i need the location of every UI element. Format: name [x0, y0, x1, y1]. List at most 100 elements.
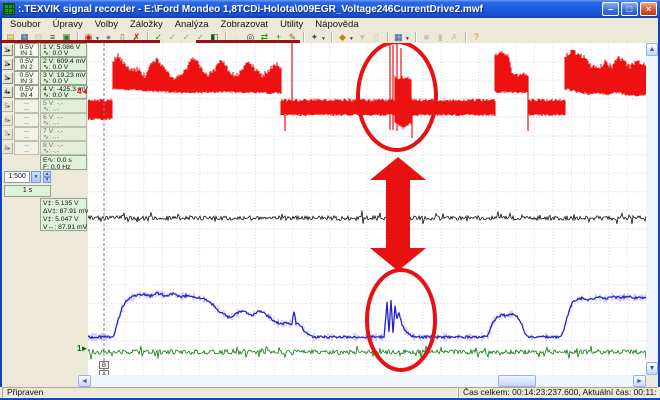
menu-item-úpravy[interactable]: Úpravy	[47, 19, 89, 30]
prev-bookmark-icon: ▼	[358, 33, 367, 42]
toolbar-separator	[415, 32, 417, 42]
channel-3-select-button[interactable]: 3▸	[2, 72, 13, 84]
scrollbar-corner	[646, 375, 658, 387]
stop-playback-button: ■	[420, 32, 433, 43]
prev-bookmark-button: ▼	[356, 32, 369, 43]
channel-4-range[interactable]: 0.5VIN 4	[14, 85, 39, 99]
cursor-b-flag[interactable]: B	[99, 361, 109, 369]
channel-8-select-button[interactable]: 8▸	[2, 142, 13, 154]
horizontal-scrollbar[interactable]	[78, 375, 646, 387]
channel-2-readout: 2 V: 609.4 mV∿: 0.0 V	[40, 57, 87, 71]
delete-bookmark-icon: ▯	[374, 33, 379, 42]
channel-3-readout: 3 V: 19.23 mV∿: 0.0 V	[40, 71, 87, 85]
status-time: Čas celkem: 00:14:23:237.600, Aktuální č…	[458, 387, 658, 398]
table-view-button[interactable]: ▦	[392, 32, 405, 43]
maximize-button[interactable]: □	[621, 2, 638, 16]
channel-5-row: 5▸----5 V: -.-∿: -.-	[2, 99, 87, 113]
channel-8-row: 8▸----8 V: -.-∿: -.-	[2, 141, 87, 155]
check-option-2-button[interactable]: ✓	[180, 32, 193, 43]
check-option-2-icon: ✓	[183, 33, 191, 42]
pause-playback-button: ▮	[434, 32, 447, 43]
waveform-svg	[88, 43, 646, 375]
ratio-spin-down[interactable]: ▼	[43, 177, 51, 183]
close-button[interactable]: ×	[640, 2, 657, 16]
scroll-left-button[interactable]: ◄	[78, 375, 91, 387]
channel-2-row: 2▸0.5VIN 22 V: 609.4 mV∿: 0.0 V	[2, 57, 87, 71]
check-option-1-icon: ✓	[169, 33, 177, 42]
compression-ratio-select[interactable]: 1:500	[4, 171, 30, 183]
annotation-double-arrow	[370, 157, 426, 271]
cancel-button: ✗	[448, 32, 461, 43]
vertical-scrollbar[interactable]	[646, 43, 658, 375]
table-view-icon: ▦	[394, 33, 403, 42]
horizontal-scroll-thumb[interactable]	[498, 375, 536, 387]
scroll-right-button[interactable]: ►	[633, 375, 646, 387]
minimize-button[interactable]: –	[602, 2, 619, 16]
channel-2-select-button[interactable]: 2▸	[2, 58, 13, 70]
record-overview-segment	[0, 40, 160, 43]
cursor-measurements-box: V‡: 5.135 VΔV‡: 87.91 mVV‡: 5.047 VV↔: 8…	[40, 198, 87, 231]
measurement-line: V‡: 5.135 V	[43, 200, 86, 208]
tools-button[interactable]: ✦	[308, 32, 321, 43]
menu-item-zobrazovat[interactable]: Zobrazovat	[215, 19, 275, 30]
channel-panel: 1▸0.5VIN 11 V: 5.086 V∿: 0.0 V2▸0.5VIN 2…	[2, 43, 87, 375]
titlebar[interactable]: :.TEXVIK signal recorder - E:\Ford Monde…	[0, 0, 660, 18]
stop-playback-icon: ■	[424, 33, 429, 42]
event-frequency-box: E∿: 0.0 sF: 0.0 Hz	[40, 155, 87, 170]
channel-8-readout: 8 V: -.-∿: -.-	[40, 141, 87, 155]
bookmarks-dropdown-caret[interactable]: ▼	[349, 36, 354, 42]
timebase-box[interactable]: 1 s	[4, 185, 51, 197]
app-icon	[3, 3, 15, 15]
channel-1-readout: 1 V: 5.086 V∿: 0.0 V	[40, 43, 87, 57]
channel-1-range[interactable]: 0.5VIN 1	[14, 43, 39, 57]
help-button[interactable]: ?	[470, 32, 483, 43]
channel-1-select-button[interactable]: 1▸	[2, 44, 13, 56]
menu-item-záložky[interactable]: Záložky	[124, 19, 169, 30]
toolbar-separator	[465, 32, 467, 42]
menu-item-soubor[interactable]: Soubor	[4, 19, 47, 30]
menu-item-volby[interactable]: Volby	[89, 19, 124, 30]
bookmarks-button[interactable]: ◆	[336, 32, 349, 43]
scroll-up-button[interactable]: ▲	[646, 43, 658, 56]
bookmarks-icon: ◆	[339, 33, 346, 42]
channel-5-select-button[interactable]: 5▸	[2, 100, 13, 112]
pause-playback-icon: ▮	[438, 33, 443, 42]
check-option-1-button[interactable]: ✓	[166, 32, 179, 43]
channel-5-readout: 5 V: -.-∿: -.-	[40, 99, 87, 113]
record-overview-segment	[196, 40, 300, 43]
cancel-icon: ✗	[451, 33, 459, 42]
channel-3-row: 3▸0.5VIN 33 V: 19.23 mV∿: 0.0 V	[2, 71, 87, 85]
scroll-down-button[interactable]: ▼	[646, 362, 658, 375]
table-view-dropdown-caret[interactable]: ▼	[405, 36, 410, 42]
channel-1-row: 1▸0.5VIN 11 V: 5.086 V∿: 0.0 V	[2, 43, 87, 57]
channel-6-row: 6▸----6 V: -.-∿: -.-	[2, 113, 87, 127]
help-icon: ?	[474, 33, 479, 42]
tools-icon: ✦	[311, 33, 319, 42]
tools-dropdown-caret[interactable]: ▼	[321, 36, 326, 42]
channel-6-range[interactable]: ----	[14, 113, 39, 127]
statusbar: Připraven Čas celkem: 00:14:23:237.600, …	[0, 387, 660, 398]
ratio-dropdown-button[interactable]: ▼	[31, 171, 41, 183]
channel-4-row: 4▸0.5VIN 44 V: -425.3 mV∿: 0.0 V	[2, 85, 87, 99]
channel-7-select-button[interactable]: 7▸	[2, 128, 13, 140]
channel-6-readout: 6 V: -.-∿: -.-	[40, 113, 87, 127]
channel-4-zero-marker[interactable]: 4◄	[77, 88, 87, 96]
signal-chart[interactable]: BA	[88, 43, 646, 375]
channel-6-select-button[interactable]: 6▸	[2, 114, 13, 126]
channel-1-zero-marker[interactable]: 1►	[77, 345, 87, 353]
channel-5-range[interactable]: ----	[14, 99, 39, 113]
channel-7-range[interactable]: ----	[14, 127, 39, 141]
channel-3-range[interactable]: 0.5VIN 3	[14, 71, 39, 85]
menu-item-nápověda[interactable]: Nápověda	[309, 19, 364, 30]
channel-4-select-button[interactable]: 4▸	[2, 86, 13, 98]
measurement-line: ΔV‡: 87.91 mV	[43, 208, 86, 216]
menu-item-utility[interactable]: Utility	[274, 19, 309, 30]
toolbar-separator	[387, 32, 389, 42]
channel-8-input-label: --	[15, 149, 38, 155]
channel-2-range[interactable]: 0.5VIN 2	[14, 57, 39, 71]
event-time-label: E∿: 0.0 s	[43, 157, 86, 164]
menu-item-analýza[interactable]: Analýza	[169, 19, 215, 30]
channel-8-range[interactable]: ----	[14, 141, 39, 155]
status-message: Připraven	[2, 387, 458, 398]
window-controls: –□×	[602, 2, 657, 16]
